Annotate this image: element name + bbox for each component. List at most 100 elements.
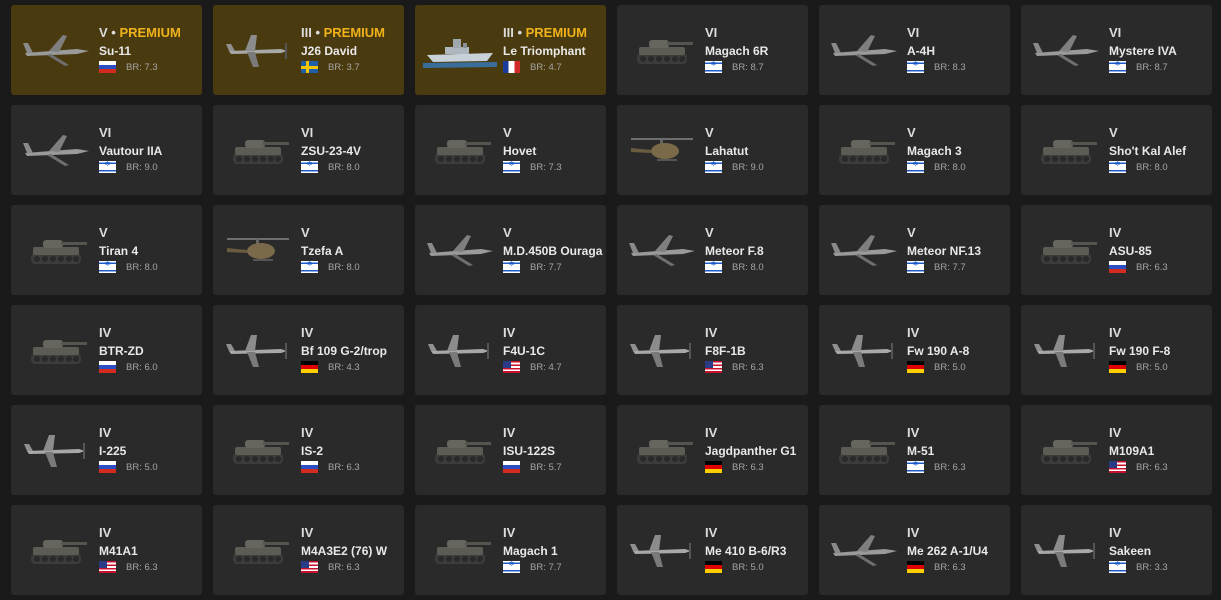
vehicle-card[interactable]: V Meteor NF.13 BR: 7.7 — [819, 205, 1010, 295]
vehicle-card[interactable]: IV ISU-122S BR: 5.7 — [415, 405, 606, 495]
vehicle-meta: BR: 4.3 — [301, 361, 387, 373]
de-flag-icon — [907, 561, 924, 573]
vehicle-name: Sho't Kal Alef — [1109, 144, 1187, 158]
vehicle-name: Sakeen — [1109, 544, 1152, 558]
vehicle-card[interactable]: VI Magach 6R BR: 8.7 — [617, 5, 808, 95]
vehicle-card[interactable]: V Meteor F.8 BR: 8.0 — [617, 205, 808, 295]
vehicle-info: IV M41A1 BR: 6.3 — [99, 525, 158, 573]
vehicle-card[interactable]: IV I-225 BR: 5.0 — [11, 405, 202, 495]
vehicle-card[interactable]: IV M41A1 BR: 6.3 — [11, 505, 202, 595]
vehicle-card[interactable]: IV Fw 190 F-8 BR: 5.0 — [1021, 305, 1212, 395]
vehicle-info: IV Me 262 A-1/U4 BR: 6.3 — [907, 525, 988, 573]
battle-rating: BR: 6.3 — [732, 461, 764, 473]
battle-rating: BR: 7.7 — [530, 261, 562, 273]
vehicle-info: IV M4A3E2 (76) W BR: 6.3 — [301, 525, 387, 573]
vehicle-card[interactable]: IV Fw 190 A-8 BR: 5.0 — [819, 305, 1010, 395]
vehicle-card[interactable]: IV M109A1 BR: 6.3 — [1021, 405, 1212, 495]
vehicle-name: Vautour IIA — [99, 144, 163, 158]
tier-label: V — [705, 125, 714, 140]
vehicle-meta: BR: 6.3 — [1109, 261, 1168, 273]
tier-label: IV — [1109, 225, 1122, 240]
vehicle-name: Magach 1 — [503, 544, 558, 558]
vehicle-card[interactable]: IV Bf 109 G-2/trop BR: 4.3 — [213, 305, 404, 395]
battle-rating: BR: 6.3 — [732, 361, 764, 373]
vehicle-card[interactable]: IV Jagdpanther G1 BR: 6.3 — [617, 405, 808, 495]
vehicle-card[interactable]: VI Vautour IIA BR: 9.0 — [11, 105, 202, 195]
vehicle-card[interactable]: V Tzefa A BR: 8.0 — [213, 205, 404, 295]
vehicle-name: Me 410 B-6/R3 — [705, 544, 787, 558]
tier-label: V — [301, 225, 310, 240]
vehicle-card[interactable]: V Tiran 4 BR: 8.0 — [11, 205, 202, 295]
tier-label: IV — [705, 325, 718, 340]
vehicle-card[interactable]: V M.D.450B Ouraga BR: 7.7 — [415, 205, 606, 295]
ru-flag-icon — [99, 361, 116, 373]
vehicle-name: Hovet — [503, 144, 537, 158]
vehicle-name: ZSU-23-4V — [301, 144, 362, 158]
vehicle-meta: BR: 5.0 — [1109, 361, 1170, 373]
premium-label: PREMIUM — [525, 25, 588, 40]
vehicle-card[interactable]: V Lahatut BR: 9.0 — [617, 105, 808, 195]
il-flag-icon — [1109, 61, 1126, 73]
vehicle-jet-image — [827, 229, 901, 271]
vehicle-card[interactable]: IV IS-2 BR: 6.3 — [213, 405, 404, 495]
vehicle-meta: BR: 9.0 — [705, 161, 764, 173]
vehicle-card[interactable]: III • PREMIUM J26 David BR: 3.7 — [213, 5, 404, 95]
vehicle-info: III • PREMIUM Le Triomphant BR: 4.7 — [503, 25, 587, 73]
tier-label: IV — [503, 525, 516, 540]
vehicle-card[interactable]: V Magach 3 BR: 8.0 — [819, 105, 1010, 195]
vehicle-name: Fw 190 A-8 — [907, 344, 970, 358]
vehicle-card[interactable]: IV Magach 1 BR: 7.7 — [415, 505, 606, 595]
vehicle-card[interactable]: IV Sakeen BR: 3.3 — [1021, 505, 1212, 595]
il-flag-icon — [1109, 561, 1126, 573]
fr-flag-icon — [503, 61, 520, 73]
vehicle-card[interactable]: V Hovet BR: 7.3 — [415, 105, 606, 195]
vehicle-name: Meteor NF.13 — [907, 244, 982, 258]
tier-label: III — [503, 25, 514, 40]
vehicle-info: V • PREMIUM Su-11 BR: 7.3 — [99, 25, 181, 73]
vehicle-meta: BR: 8.0 — [907, 161, 966, 173]
vehicle-meta: BR: 6.3 — [99, 561, 158, 573]
vehicle-name: Le Triomphant — [503, 44, 586, 58]
vehicle-card[interactable]: IV M-51 BR: 6.3 — [819, 405, 1010, 495]
vehicle-card[interactable]: IV M4A3E2 (76) W BR: 6.3 — [213, 505, 404, 595]
tier-label: VI — [99, 125, 112, 140]
vehicle-tank-image — [423, 529, 497, 571]
vehicle-name: F8F-1B — [705, 344, 746, 358]
battle-rating: BR: 8.0 — [328, 261, 360, 273]
vehicle-name: Magach 6R — [705, 44, 769, 58]
vehicle-card[interactable]: IV ASU-85 BR: 6.3 — [1021, 205, 1212, 295]
battle-rating: BR: 8.0 — [126, 261, 158, 273]
vehicle-info: V Hovet BR: 7.3 — [503, 125, 562, 173]
vehicle-jet-image — [827, 529, 901, 571]
vehicle-meta: BR: 6.3 — [907, 461, 966, 473]
vehicle-card[interactable]: IV BTR-ZD BR: 6.0 — [11, 305, 202, 395]
vehicle-name: I-225 — [99, 444, 127, 458]
il-flag-icon — [705, 261, 722, 273]
vehicle-tank-image — [1029, 229, 1103, 271]
vehicle-info: V Lahatut BR: 9.0 — [705, 125, 764, 173]
battle-rating: BR: 6.3 — [126, 561, 158, 573]
vehicle-tier: IV — [907, 325, 969, 340]
vehicle-card[interactable]: V Sho't Kal Alef BR: 8.0 — [1021, 105, 1212, 195]
tier-label: IV — [301, 325, 314, 340]
vehicle-card[interactable]: IV F8F-1B BR: 6.3 — [617, 305, 808, 395]
vehicle-meta: BR: 8.0 — [705, 261, 764, 273]
vehicle-info: V Meteor NF.13 BR: 7.7 — [907, 225, 981, 273]
vehicle-card[interactable]: VI ZSU-23-4V BR: 8.0 — [213, 105, 404, 195]
vehicle-tier: V — [503, 225, 602, 240]
vehicle-card[interactable]: III • PREMIUM Le Triomphant BR: 4.7 — [415, 5, 606, 95]
vehicle-card[interactable]: VI Mystere IVA BR: 8.7 — [1021, 5, 1212, 95]
vehicle-tier: IV — [705, 425, 796, 440]
vehicle-tier: IV — [301, 525, 387, 540]
tier-label: VI — [705, 25, 718, 40]
vehicle-meta: BR: 7.7 — [503, 261, 602, 273]
tier-label: IV — [907, 525, 920, 540]
vehicle-name: Bf 109 G-2/trop — [301, 344, 388, 358]
vehicle-card[interactable]: V • PREMIUM Su-11 BR: 7.3 — [11, 5, 202, 95]
vehicle-card[interactable]: IV F4U-1C BR: 4.7 — [415, 305, 606, 395]
vehicle-card[interactable]: IV Me 410 B-6/R3 BR: 5.0 — [617, 505, 808, 595]
battle-rating: BR: 6.3 — [328, 461, 360, 473]
vehicle-card[interactable]: IV Me 262 A-1/U4 BR: 6.3 — [819, 505, 1010, 595]
vehicle-card[interactable]: VI A-4H BR: 8.3 — [819, 5, 1010, 95]
tier-label: V — [99, 225, 108, 240]
